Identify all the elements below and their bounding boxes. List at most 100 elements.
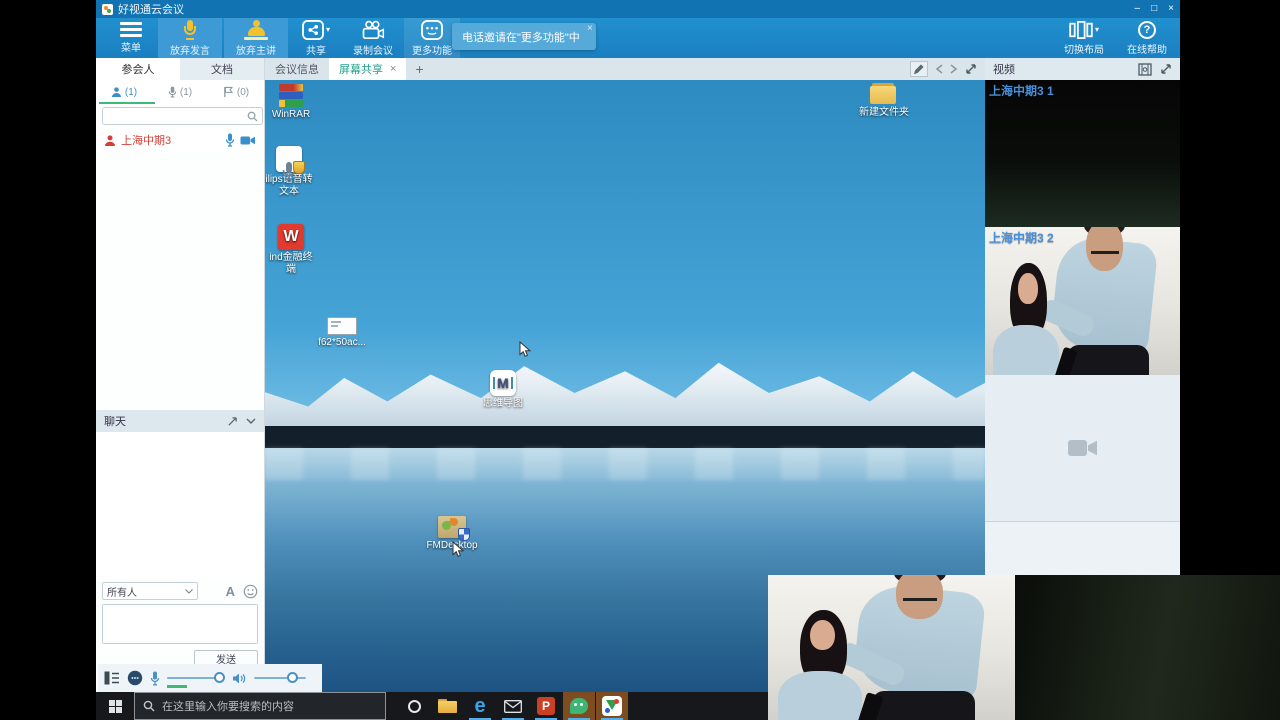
emoji-button[interactable] [243, 584, 258, 599]
chat-input[interactable] [103, 605, 257, 643]
tab-participants[interactable]: 参会人 [96, 58, 180, 80]
wechat-button[interactable] [563, 692, 595, 720]
conference-app-button[interactable] [596, 692, 628, 720]
tab-screen-share[interactable]: 屏幕共享 × [329, 58, 406, 80]
conference-app-icon [602, 696, 622, 716]
font-button[interactable]: A [226, 584, 235, 599]
collapse-chevron-icon[interactable] [246, 418, 256, 425]
participant-search [102, 107, 263, 125]
speaker-icon[interactable] [232, 672, 247, 685]
give-up-speaking-button[interactable]: 放弃发言 [158, 18, 222, 58]
layout-list-icon[interactable] [104, 671, 120, 685]
participant-row[interactable]: 上海中期3 [96, 128, 264, 152]
record-meeting-button[interactable]: 录制会议 [344, 18, 402, 58]
tab-close-icon[interactable]: × [390, 63, 396, 75]
wallpaper-mountains [265, 346, 985, 430]
filter-participants[interactable]: (1) [96, 80, 152, 104]
online-help-button[interactable]: ? 在线帮助 [1120, 18, 1174, 58]
app-logo-icon [102, 4, 113, 15]
close-button[interactable]: × [1168, 0, 1174, 18]
participant-name: 上海中期3 [121, 132, 171, 148]
more-functions-icon [421, 20, 443, 40]
recipient-select[interactable]: 所有人 [102, 582, 198, 600]
file-explorer-button[interactable] [431, 692, 463, 720]
desktop-icon-mindmap[interactable]: M 思维导图 [473, 370, 533, 410]
chat-messages [96, 432, 264, 580]
chat-bubble-icon[interactable] [127, 670, 143, 686]
fmdesktop-icon [438, 516, 466, 538]
start-button[interactable] [96, 692, 134, 720]
sidebar: 参会人 文档 (1) (1) (0) [96, 58, 265, 692]
overlay-video-dark[interactable] [1015, 575, 1280, 720]
pencil-icon [913, 63, 925, 75]
video-feed-1[interactable]: 上海中期3 1 [985, 80, 1180, 227]
feed-2-video [985, 227, 1180, 375]
wind-icon: W [278, 224, 304, 250]
layout-icon [1069, 21, 1093, 39]
fullscreen-icon[interactable] [965, 63, 977, 75]
toolbar: 菜单 放弃发言 放弃主讲 ▾ 共享 录制会议 [96, 18, 1180, 58]
camera-placeholder-icon [1066, 437, 1100, 459]
chevron-down-icon: ▾ [326, 26, 330, 34]
video-feed-3[interactable] [985, 375, 1180, 522]
next-arrow-icon[interactable] [950, 64, 958, 74]
cortana-button[interactable] [398, 692, 430, 720]
edge-button[interactable]: e [464, 692, 496, 720]
video-feed-2[interactable]: 上海中期3 2 [985, 227, 1180, 375]
desktop-icon-wind-terminal[interactable]: W ind金融终 端 [265, 224, 321, 275]
titlebar: 好视通云会议 – □ × [96, 0, 1180, 18]
mail-button[interactable] [497, 692, 529, 720]
annotate-button[interactable] [910, 61, 928, 77]
flag-icon [223, 86, 234, 98]
desktop-icon-file[interactable]: f62*50ac... [312, 317, 372, 349]
speech-app-icon [276, 146, 302, 172]
tab-meeting-info[interactable]: 会议信息 [265, 58, 329, 80]
taskbar-search[interactable]: 在这里输入你要搜索的内容 [134, 692, 386, 720]
speaker-volume-slider[interactable] [254, 672, 306, 684]
question-mark-icon: ? [1138, 21, 1156, 39]
window-file-icon [327, 317, 357, 335]
participant-person-icon [104, 134, 116, 147]
microphone-icon [183, 20, 197, 40]
powerpoint-icon: P [537, 697, 555, 715]
participant-mic-icon[interactable] [225, 133, 235, 147]
screen: 好视通云会议 – □ × 菜单 放弃发言 放弃主讲 [0, 0, 1280, 720]
menu-button[interactable]: 菜单 [106, 18, 156, 58]
mic-volume-icon[interactable] [150, 671, 160, 686]
add-tab-button[interactable]: + [406, 61, 432, 77]
overlay-people-video [768, 575, 1015, 720]
tooltip-close-icon[interactable]: × [587, 23, 593, 34]
participant-camera-icon[interactable] [240, 135, 256, 146]
prev-arrow-icon[interactable] [935, 64, 943, 74]
filter-hands-raised[interactable]: (0) [208, 80, 264, 104]
movie-camera-icon [361, 20, 386, 40]
film-strip-icon[interactable] [1138, 63, 1152, 76]
wallpaper-reflection [265, 448, 985, 480]
give-up-presenter-button[interactable]: 放弃主讲 [224, 18, 288, 58]
tab-documents[interactable]: 文档 [180, 58, 264, 80]
content-tabbar: 会议信息 屏幕共享 × + [265, 58, 985, 80]
menu-icon [120, 22, 142, 37]
desktop-icon-winrar[interactable]: WinRAR [265, 83, 321, 121]
share-button[interactable]: ▾ 共享 [290, 18, 342, 58]
mic-icon [168, 86, 177, 98]
switch-layout-button[interactable]: ▾ 切换布局 [1052, 18, 1116, 58]
maximize-button[interactable]: □ [1151, 0, 1157, 18]
wallpaper-shoreline [265, 426, 985, 448]
filter-speaking[interactable]: (1) [152, 80, 208, 104]
folder-icon [870, 83, 898, 105]
taskbar-search-placeholder: 在这里输入你要搜索的内容 [162, 698, 294, 714]
overlay-video-people[interactable] [768, 575, 1015, 720]
expand-icon[interactable] [1160, 63, 1172, 75]
cortana-icon [408, 700, 421, 713]
popout-icon[interactable] [227, 416, 238, 427]
powerpoint-button[interactable]: P [530, 692, 562, 720]
desktop-icon-new-folder[interactable]: 新建文件夹 [854, 83, 914, 119]
share-icon [302, 20, 324, 40]
desktop-icon-speech-to-text[interactable]: ilips语音转 文本 [265, 146, 319, 197]
mic-volume-slider[interactable] [167, 672, 225, 684]
minimize-button[interactable]: – [1135, 0, 1141, 18]
folder-icon [438, 699, 457, 713]
search-icon[interactable] [247, 111, 258, 122]
participant-search-input[interactable] [107, 110, 243, 123]
